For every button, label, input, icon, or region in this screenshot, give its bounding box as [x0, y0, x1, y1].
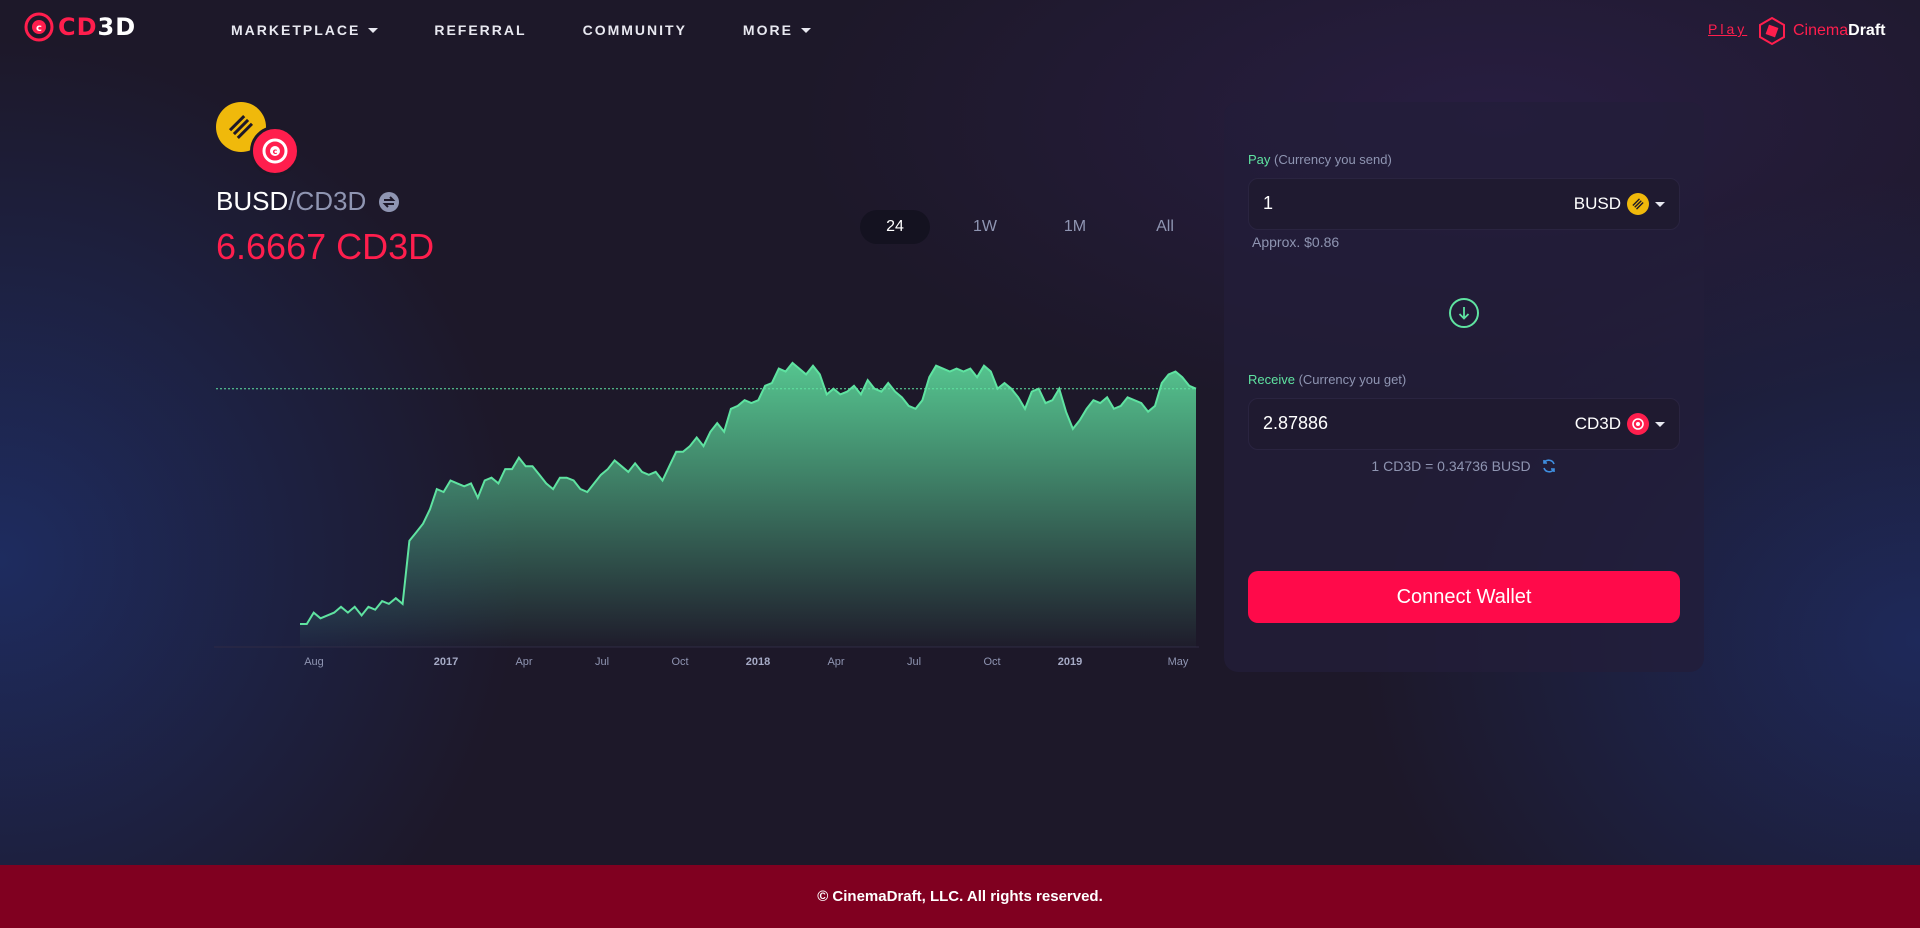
pair-icons: c	[216, 102, 306, 177]
pair-title: BUSD / CD3D	[216, 186, 400, 217]
pay-token-select[interactable]: BUSD	[1574, 193, 1665, 215]
refresh-icon[interactable]	[1541, 458, 1557, 474]
cd3d-coin-icon	[1627, 413, 1649, 435]
approx-value: Approx. $0.86	[1252, 234, 1340, 250]
price-chart-svg: Aug 2017 Apr Jul Oct 2018 Apr Jul Oct 2019 May	[214, 361, 1199, 668]
range-tab-1m[interactable]: 1M	[1040, 210, 1110, 244]
x-tick-label: 2018	[746, 656, 770, 668]
pay-label: Pay (Currency you send)	[1248, 152, 1392, 167]
svg-text:c: c	[273, 147, 278, 156]
x-tick-label: Aug	[304, 656, 324, 668]
nav-item-referral[interactable]: REFERRAL	[434, 22, 526, 38]
footer: © CinemaDraft, LLC. All rights reserved.	[0, 865, 1920, 928]
footer-copyright: © CinemaDraft, LLC. All rights reserved.	[817, 888, 1103, 905]
nav-item-more[interactable]: MORE	[743, 22, 811, 38]
swap-card: Pay (Currency you send) 1 BUSD Approx. $…	[1224, 102, 1704, 672]
flip-direction-button[interactable]	[1449, 298, 1479, 328]
nav-item-label: REFERRAL	[434, 22, 527, 38]
x-tick-label: Jul	[907, 656, 921, 668]
price-chart: Aug 2017 Apr Jul Oct 2018 Apr Jul Oct 2019 May	[214, 300, 1202, 680]
x-tick-label: Jul	[595, 656, 609, 668]
nav-item-label: MORE	[742, 22, 793, 38]
exchange-rate: 1 CD3D = 0.34736 BUSD	[1224, 458, 1704, 474]
pair-base-token: BUSD	[216, 186, 289, 216]
exchange-rate-text: 1 CD3D = 0.34736 BUSD	[1371, 458, 1531, 474]
brand-part-cinema: Cinema	[1793, 22, 1849, 39]
brand-part-draft: Draft	[1848, 22, 1886, 39]
receive-amount-input[interactable]: 2.87886	[1263, 413, 1328, 434]
main-menu: MARKETPLACE REFERRAL COMMUNITY MORE	[231, 22, 867, 38]
nav-item-community[interactable]: COMMUNITY	[583, 22, 687, 38]
range-tabs: 24 1W 1M All	[860, 210, 1220, 244]
arrow-down-icon	[1458, 307, 1470, 320]
cd3d-logo[interactable]: c CD3D	[24, 12, 136, 42]
caret-down-icon	[1655, 421, 1665, 427]
x-tick-label: Apr	[827, 656, 844, 668]
pay-amount-input[interactable]: 1	[1263, 193, 1273, 214]
pay-input-box: 1 BUSD	[1248, 178, 1680, 230]
pay-label-key: Pay	[1248, 152, 1271, 167]
cinemadraft-brand-text: CinemaDraft	[1793, 22, 1885, 40]
chart-area-fill	[300, 362, 1196, 647]
x-tick-label: Oct	[671, 656, 688, 668]
play-link[interactable]: Play	[1708, 21, 1747, 37]
pay-label-hint: (Currency you send)	[1274, 152, 1392, 167]
swap-pair-icon[interactable]	[378, 191, 400, 213]
receive-label: Receive (Currency you get)	[1248, 372, 1406, 387]
logo-text-cd: CD	[58, 13, 98, 41]
receive-label-key: Receive	[1248, 372, 1295, 387]
pair-quote-token: CD3D	[295, 186, 367, 216]
receive-input-box: 2.87886 CD3D	[1248, 398, 1680, 450]
x-tick-label: Oct	[983, 656, 1000, 668]
x-tick-label: May	[1168, 656, 1189, 668]
receive-token-select[interactable]: CD3D	[1575, 413, 1665, 435]
logo-text-3d: 3D	[97, 13, 137, 41]
x-tick-label: 2019	[1058, 656, 1082, 668]
range-tab-all[interactable]: All	[1130, 210, 1200, 244]
cinemadraft-brand-link[interactable]: CinemaDraft	[1757, 16, 1885, 46]
caret-down-icon	[368, 27, 379, 33]
receive-token-label: CD3D	[1574, 414, 1621, 433]
svg-text:c: c	[36, 23, 42, 34]
logo-text: CD3D	[58, 13, 136, 41]
top-nav: c CD3D MARKETPLACE REFERRAL COMMUNITY MO…	[0, 0, 1920, 60]
pair-separator: /	[288, 186, 296, 216]
x-tick-label: 2017	[434, 656, 458, 668]
x-tick-label: Apr	[515, 656, 532, 668]
pay-token-label: BUSD	[1573, 194, 1621, 213]
connect-wallet-button[interactable]: Connect Wallet	[1248, 571, 1680, 623]
receive-label-hint: (Currency you get)	[1298, 372, 1407, 387]
range-tab-24[interactable]: 24	[860, 210, 930, 244]
range-tab-1w[interactable]: 1W	[950, 210, 1020, 244]
caret-down-icon	[1655, 201, 1665, 207]
nav-item-marketplace[interactable]: MARKETPLACE	[231, 22, 379, 38]
busd-coin-icon	[1627, 193, 1649, 215]
cinemadraft-logo-icon	[1759, 16, 1785, 46]
cd3d-coin-icon: c	[250, 126, 300, 176]
cd3d-logo-icon: c	[24, 12, 54, 42]
nav-item-label: COMMUNITY	[582, 22, 687, 38]
nav-item-label: MARKETPLACE	[231, 22, 361, 38]
caret-down-icon	[800, 27, 811, 33]
pair-price: 6.6667 CD3D	[216, 226, 435, 267]
